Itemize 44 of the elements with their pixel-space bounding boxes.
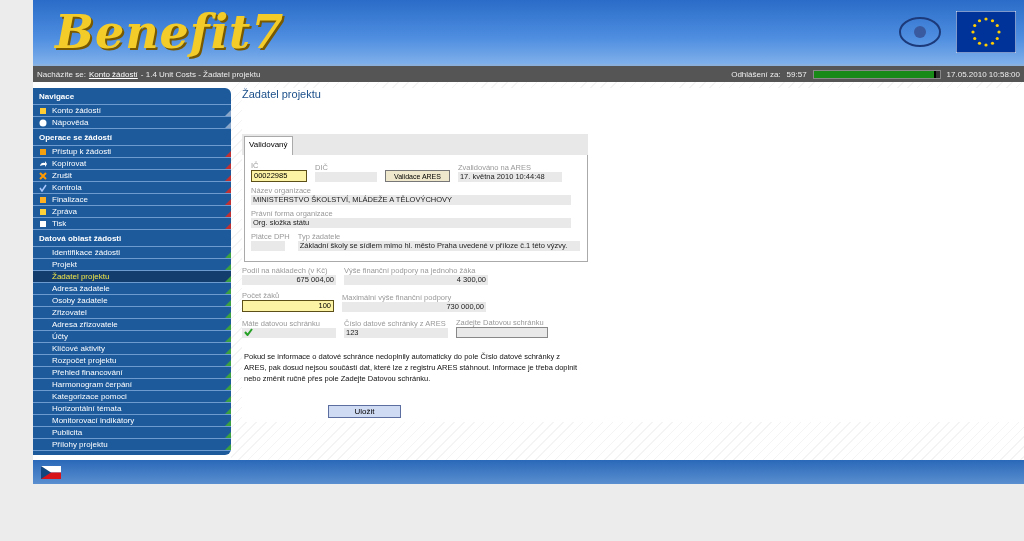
sidebar-item[interactable]: Žadatel projektu <box>33 271 231 283</box>
sidebar-item[interactable]: Projekt <box>33 259 231 271</box>
logout-timer: 59:57 <box>786 69 807 79</box>
breadcrumb-link[interactable]: Konto žádostí <box>88 69 138 79</box>
eu-flag-icon <box>956 11 1016 53</box>
sidebar-item[interactable]: Adresa zřizovatele <box>33 319 231 331</box>
logo: Benefit7 <box>55 5 285 59</box>
save-button[interactable]: Uložit <box>328 404 401 418</box>
sidebar-item[interactable]: Přílohy projektu <box>33 439 231 451</box>
tab[interactable]: Validovaný <box>244 136 293 155</box>
sidebar-item[interactable]: Kopírovat <box>33 158 231 170</box>
sidebar-item[interactable]: Finalizace <box>33 194 231 206</box>
sidebar-item[interactable]: Publicita <box>33 427 231 439</box>
sidebar-item[interactable]: Nápověda <box>33 117 231 129</box>
sidebar-item[interactable]: Horizontální témata <box>33 403 231 415</box>
logout-label: Odhlášení za: <box>731 69 781 79</box>
sidebar-item[interactable]: Kontrola <box>33 182 231 194</box>
sidebar-item[interactable]: Identifikace žádosti <box>33 247 231 259</box>
check-icon <box>244 328 253 336</box>
sidebar-item[interactable]: Zrušit <box>33 170 231 182</box>
sidebar-item[interactable]: Harmonogram čerpání <box>33 379 231 391</box>
breadcrumb-text: - 1.4 Unit Costs - Žadatel projektu <box>140 69 261 79</box>
sidebar-item[interactable]: Rozpočet projektu <box>33 355 231 367</box>
sidebar-item[interactable]: Osoby žadatele <box>33 295 231 307</box>
date-time: 17.05.2010 10:58:00 <box>946 69 1020 79</box>
cross-icon <box>39 171 47 180</box>
czech-flag-icon <box>41 465 61 479</box>
sidebar-item[interactable]: Adresa žadatele <box>33 283 231 295</box>
sidebar-item[interactable]: Účty <box>33 331 231 343</box>
arrow-icon <box>39 159 47 168</box>
check-icon <box>39 183 47 192</box>
sidebar-item[interactable]: Monitorovací indikátory <box>33 415 231 427</box>
page-title: Žadatel projektu <box>242 88 322 102</box>
data-box-input-field[interactable] <box>456 327 548 338</box>
ministry-emblem-icon <box>898 14 942 50</box>
sidebar-item[interactable]: Klíčové aktivity <box>33 343 231 355</box>
sidebar-item[interactable]: Zřizovatel <box>33 307 231 319</box>
sidebar-item[interactable]: Přístup k žádosti <box>33 146 231 158</box>
sidebar-item[interactable]: Konto žádostí <box>33 105 231 117</box>
breadcrumb-label: Nacházíte se: <box>37 69 86 79</box>
sidebar-item[interactable]: Tisk <box>33 218 231 230</box>
sidebar-item[interactable]: Zpráva <box>33 206 231 218</box>
sidebar-item[interactable]: Přehled financování <box>33 367 231 379</box>
sidebar-item[interactable]: Kategorizace pomoci <box>33 391 231 403</box>
